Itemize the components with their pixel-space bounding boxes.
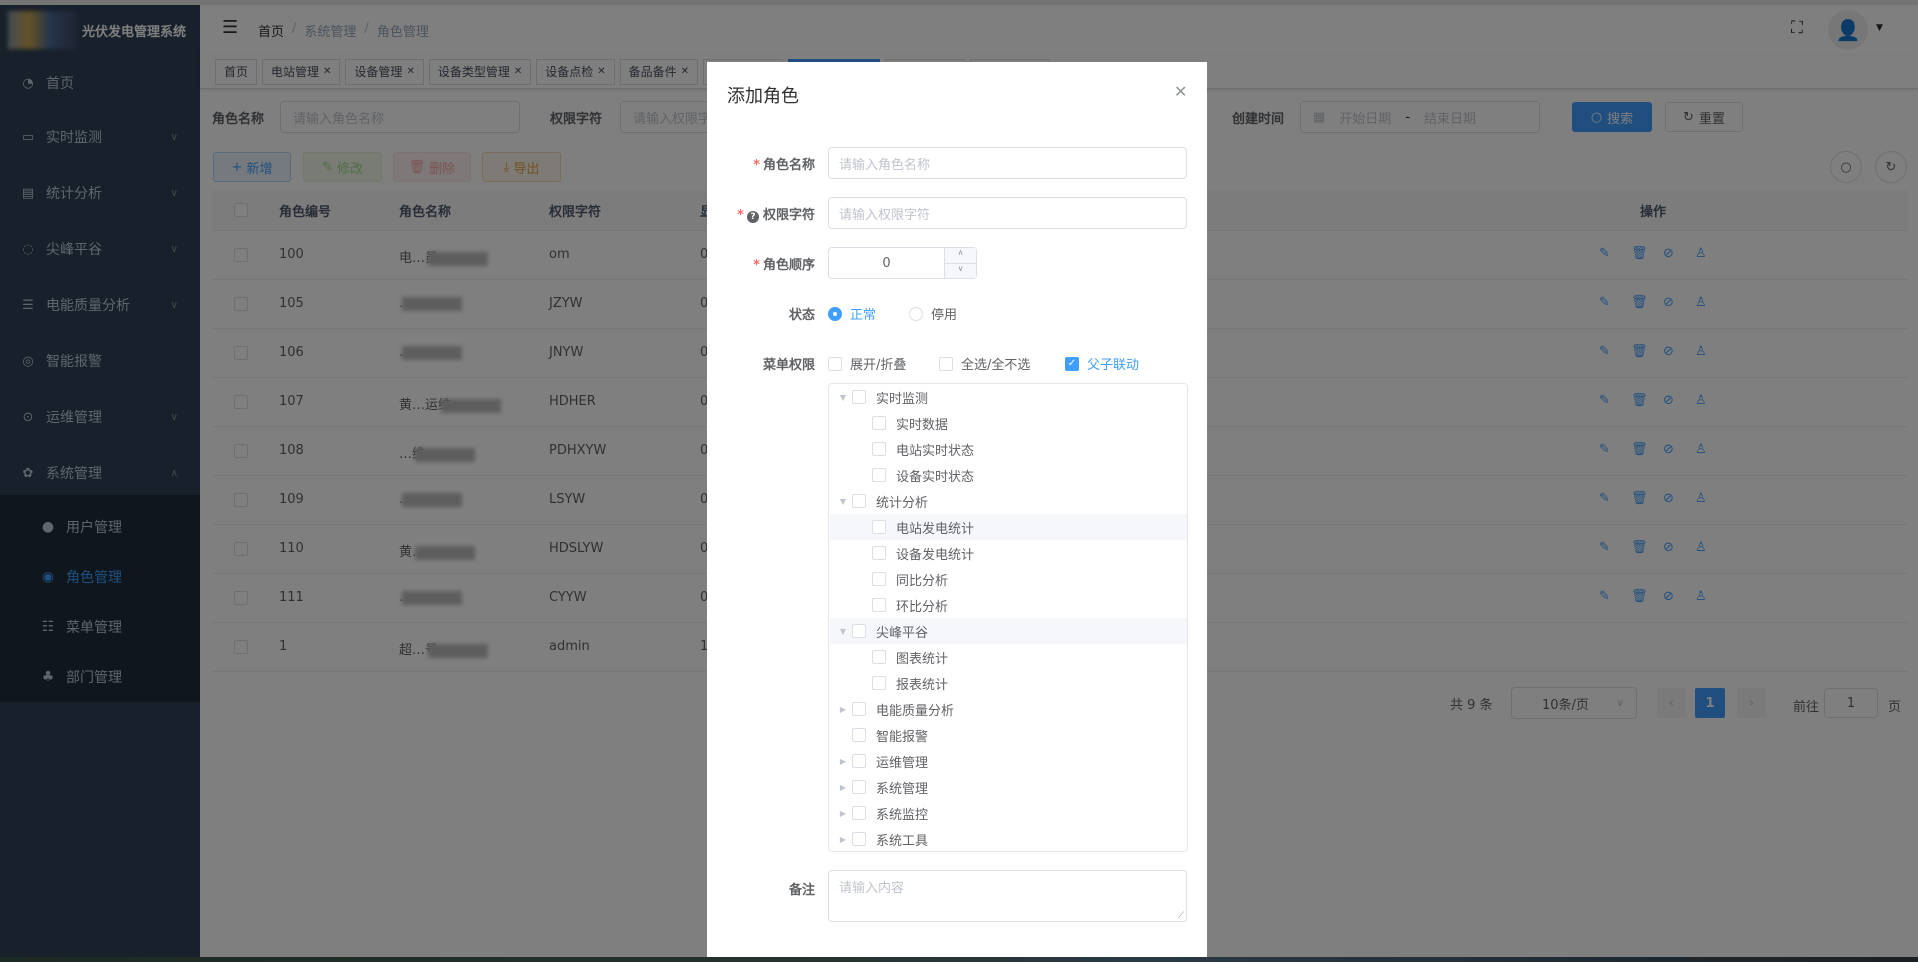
tree-node-label: 实时监测 bbox=[876, 391, 929, 407]
tree-checkbox[interactable] bbox=[872, 572, 886, 586]
tree-node-label: 实时数据 bbox=[896, 417, 949, 433]
tree-node-label: 统计分析 bbox=[876, 495, 929, 511]
caret-right-icon[interactable]: ▶ bbox=[836, 809, 850, 818]
caret-right-icon[interactable]: ▶ bbox=[836, 705, 850, 714]
tree-node[interactable]: ▶ 系统管理 bbox=[830, 774, 1187, 800]
resize-handle-icon[interactable]: ⟋ bbox=[1178, 911, 1184, 921]
select-all-checkbox[interactable]: 全选/全不选 bbox=[939, 354, 1030, 373]
tree-checkbox[interactable] bbox=[872, 520, 886, 534]
remark-label: 备注 bbox=[788, 883, 815, 898]
tree-checkbox[interactable] bbox=[872, 416, 886, 430]
menu-tree: ▼ 实时监测实时数据电站实时状态 设备实时状态 ▼ 统计分析电站发电统计 设备发电统计 同比… bbox=[828, 383, 1188, 852]
tree-node[interactable]: 设备发电统计 bbox=[830, 540, 1187, 566]
tree-checkbox[interactable] bbox=[852, 754, 866, 768]
radio-icon bbox=[909, 306, 923, 321]
caret-right-icon[interactable]: ▶ bbox=[836, 757, 850, 766]
caret-down-icon[interactable]: ▼ bbox=[836, 497, 850, 506]
tree-node-label: 同比分析 bbox=[896, 573, 949, 589]
tree-checkbox[interactable] bbox=[852, 806, 866, 820]
tree-node-label: 报表统计 bbox=[896, 677, 949, 693]
tree-checkbox[interactable] bbox=[872, 442, 886, 456]
caret-right-icon[interactable]: ▶ bbox=[836, 783, 850, 792]
tree-node-label: 系统监控 bbox=[876, 807, 929, 823]
tree-node[interactable]: ▶ 运维管理 bbox=[830, 748, 1187, 774]
caret-down-icon[interactable]: ▼ bbox=[836, 627, 850, 636]
linkage-checkbox[interactable]: ✓ 父子联动 bbox=[1065, 354, 1139, 373]
tree-node-label: 图表统计 bbox=[896, 651, 949, 667]
tree-node-label: 系统工具 bbox=[876, 833, 929, 849]
decrease-icon[interactable]: ∨ bbox=[945, 264, 976, 279]
role-name-label: * 角色名称 bbox=[753, 158, 815, 173]
caret-down-icon[interactable]: ▼ bbox=[836, 393, 850, 402]
radio-checked-icon bbox=[828, 306, 842, 321]
expand-collapse-checkbox[interactable]: 展开/折叠 bbox=[828, 354, 906, 373]
tree-checkbox[interactable] bbox=[872, 598, 886, 612]
tree-node-label: 智能报警 bbox=[876, 729, 929, 745]
tree-node[interactable]: 报表统计 bbox=[830, 670, 1187, 696]
tree-checkbox[interactable] bbox=[852, 780, 866, 794]
tree-node[interactable]: ▶ 电能质量分析 bbox=[830, 696, 1187, 722]
tree-node[interactable]: 图表统计 bbox=[830, 644, 1187, 670]
remark-textarea[interactable]: 请输入内容 ⟋ bbox=[828, 870, 1187, 922]
sort-stepper[interactable]: 0 ∧ ∨ bbox=[828, 247, 977, 279]
tree-node-label: 环比分析 bbox=[896, 599, 949, 615]
caret-right-icon[interactable]: ▶ bbox=[836, 835, 850, 844]
tree-node[interactable]: ▼ 尖峰平谷 bbox=[830, 618, 1187, 644]
tree-checkbox[interactable] bbox=[872, 650, 886, 664]
tree-checkbox[interactable] bbox=[872, 546, 886, 560]
add-role-dialog: 添加角色 ✕ * 角色名称 请输入角色名称 *? 权限字符 请输入权限字符 * 角色顺… bbox=[707, 62, 1207, 957]
tree-checkbox[interactable] bbox=[852, 494, 866, 508]
tree-checkbox[interactable] bbox=[852, 702, 866, 716]
tree-node-label: 电站发电统计 bbox=[896, 521, 975, 537]
tree-node[interactable]: ▶ 系统监控 bbox=[830, 800, 1187, 826]
perm-input[interactable]: 请输入权限字符 bbox=[828, 197, 1187, 229]
question-icon[interactable]: ? bbox=[746, 211, 759, 223]
status-label: 状态 bbox=[788, 308, 815, 323]
tree-node[interactable]: 电站发电统计 bbox=[830, 514, 1187, 540]
tree-node[interactable]: 电站实时状态 bbox=[830, 436, 1187, 462]
menu-perm-label: 菜单权限 bbox=[762, 358, 815, 373]
tree-checkbox[interactable] bbox=[872, 676, 886, 690]
tree-node[interactable]: 环比分析 bbox=[830, 592, 1187, 618]
tree-checkbox[interactable] bbox=[872, 468, 886, 482]
sort-value[interactable]: 0 bbox=[829, 256, 944, 271]
tree-node-label: 电能质量分析 bbox=[876, 703, 955, 719]
tree-checkbox[interactable] bbox=[852, 624, 866, 638]
tree-node-label: 系统管理 bbox=[876, 781, 929, 797]
tree-node[interactable]: ▼ 实时监测 bbox=[830, 384, 1187, 410]
tree-node-label: 设备发电统计 bbox=[896, 547, 975, 563]
tree-node-label: 尖峰平谷 bbox=[876, 625, 929, 641]
status-radio-disabled[interactable]: 停用 bbox=[909, 304, 957, 323]
tree-node[interactable]: 实时数据 bbox=[830, 410, 1187, 436]
tree-node[interactable]: ▶ 系统工具 bbox=[830, 826, 1187, 852]
tree-checkbox[interactable] bbox=[852, 728, 866, 742]
taskbar bbox=[0, 957, 1918, 962]
dialog-title: 添加角色 bbox=[727, 86, 799, 107]
role-name-input[interactable]: 请输入角色名称 bbox=[828, 147, 1187, 179]
tree-checkbox[interactable] bbox=[852, 390, 866, 404]
close-icon[interactable]: ✕ bbox=[1174, 82, 1187, 101]
tree-node[interactable]: 设备实时状态 bbox=[830, 462, 1187, 488]
tree-node-label: 设备实时状态 bbox=[896, 469, 975, 485]
increase-icon[interactable]: ∧ bbox=[945, 248, 976, 264]
tree-node-label: 电站实时状态 bbox=[896, 443, 975, 459]
tree-checkbox[interactable] bbox=[852, 832, 866, 846]
tree-node-label: 运维管理 bbox=[876, 755, 929, 771]
tree-node[interactable]: ▼ 统计分析 bbox=[830, 488, 1187, 514]
tree-node[interactable]: 智能报警 bbox=[830, 722, 1187, 748]
status-radio-normal[interactable]: 正常 bbox=[828, 304, 876, 323]
tree-node[interactable]: 同比分析 bbox=[830, 566, 1187, 592]
perm-label: *? 权限字符 bbox=[737, 208, 815, 223]
sort-label: * 角色顺序 bbox=[753, 258, 815, 273]
